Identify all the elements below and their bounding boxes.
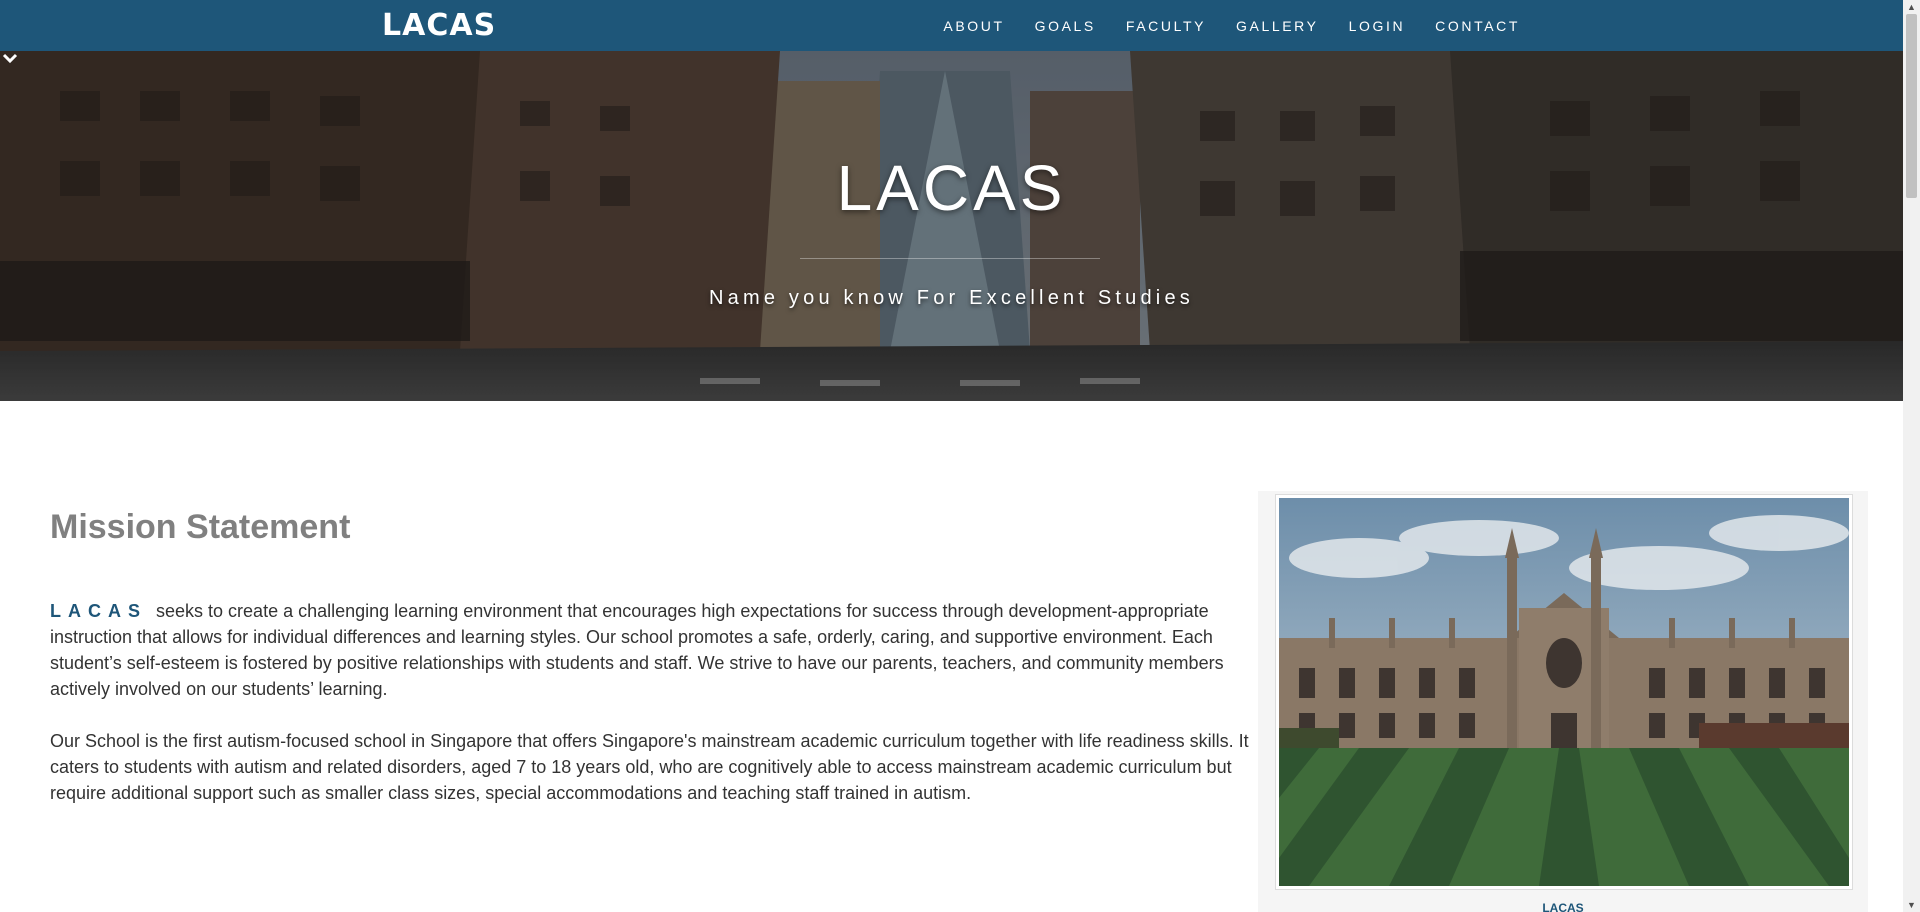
mission-paragraph-1: LACAS seeks to create a challenging lear…	[50, 598, 1250, 702]
chevron-down-icon[interactable]	[0, 51, 20, 67]
hero-background-image	[0, 51, 1903, 401]
nav-link-faculty[interactable]: FACULTY	[1126, 18, 1206, 34]
mission-heading: Mission Statement	[50, 508, 351, 546]
scrollbar[interactable]: ▲ ▼	[1903, 0, 1920, 912]
nav-link-goals[interactable]: GOALS	[1035, 18, 1096, 34]
college-photo[interactable]	[1279, 498, 1849, 886]
image-frame	[1275, 494, 1853, 890]
brand-inline: LACAS	[50, 601, 147, 621]
hero-divider	[800, 258, 1100, 259]
hero-subtitle: Name you know For Excellent Studies	[709, 287, 1194, 309]
mission-paragraph-2: Our School is the first autism-focused s…	[50, 731, 1249, 803]
scroll-up-arrow-icon[interactable]: ▲	[1903, 0, 1920, 14]
image-caption: LACAS	[1542, 901, 1584, 912]
nav-link-contact[interactable]: CONTACT	[1435, 18, 1520, 34]
mission-paragraph-1-text: seeks to create a challenging learning e…	[50, 601, 1224, 699]
image-card: LACAS	[1258, 491, 1868, 912]
nav-link-login[interactable]: LOGIN	[1349, 18, 1406, 34]
scroll-down-arrow-icon[interactable]: ▼	[1903, 898, 1920, 912]
hero-banner: LACAS Name you know For Excellent Studie…	[0, 51, 1903, 401]
scroll-thumb[interactable]	[1906, 14, 1917, 198]
nav-link-gallery[interactable]: GALLERY	[1236, 18, 1319, 34]
hero-title: LACAS	[836, 152, 1067, 224]
mission-text: LACAS seeks to create a challenging lear…	[50, 598, 1250, 832]
nav-links: ABOUT GOALS FACULTY GALLERY LOGIN CONTAC…	[913, 0, 1520, 51]
nav-link-about[interactable]: ABOUT	[943, 18, 1004, 34]
navbar: LACAS ABOUT GOALS FACULTY GALLERY LOGIN …	[0, 0, 1903, 51]
brand-logo[interactable]: LACAS	[382, 8, 496, 43]
